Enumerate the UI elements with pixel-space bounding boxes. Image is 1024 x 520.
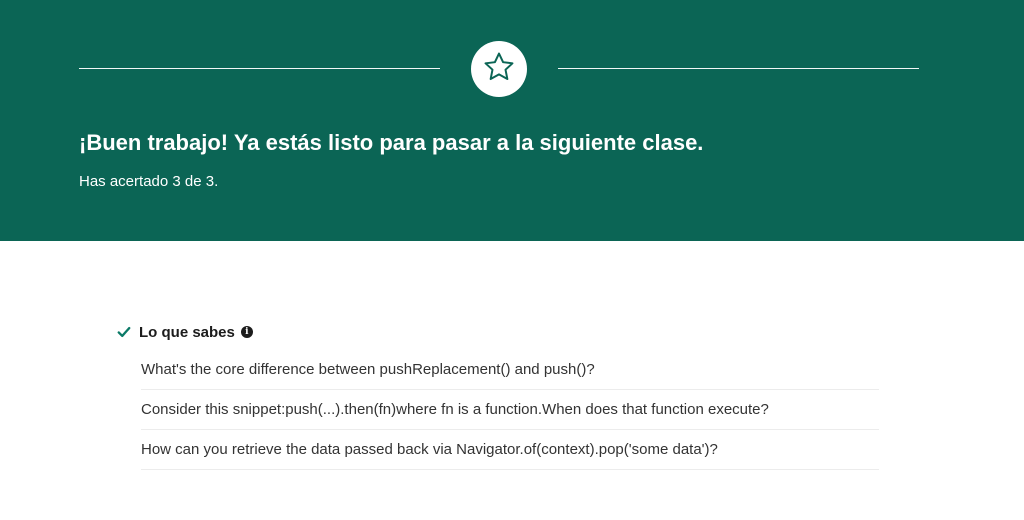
check-icon	[117, 325, 131, 339]
divider-left	[79, 68, 440, 69]
star-icon	[482, 50, 516, 89]
divider-right	[558, 68, 919, 69]
star-badge	[471, 41, 527, 97]
section-title: Lo que sabes	[139, 323, 235, 341]
result-headline: ¡Buen trabajo! Ya estás listo para pasar…	[79, 130, 704, 155]
result-banner: ¡Buen trabajo! Ya estás listo para pasar…	[0, 0, 1024, 241]
question-list: What's the core difference between pushR…	[141, 350, 879, 470]
question-item[interactable]: What's the core difference between pushR…	[141, 350, 879, 390]
question-item[interactable]: Consider this snippet:push(...).then(fn)…	[141, 390, 879, 430]
score-text: Has acertado 3 de 3.	[79, 173, 219, 190]
section-header: Lo que sabes i	[117, 322, 253, 342]
question-item[interactable]: How can you retrieve the data passed bac…	[141, 430, 879, 470]
info-icon[interactable]: i	[240, 326, 253, 338]
